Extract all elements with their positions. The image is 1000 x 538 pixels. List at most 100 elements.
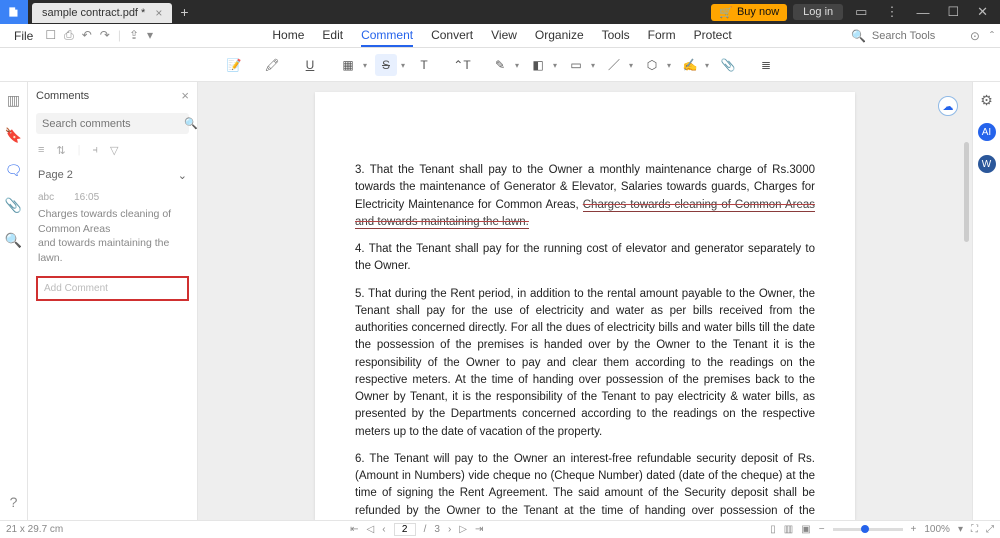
fit-width-icon[interactable]: ⛶ — [971, 524, 978, 535]
comment-item[interactable]: abc 16:05 Charges towards cleaning of Co… — [28, 188, 197, 270]
menu-edit[interactable]: Edit — [322, 25, 343, 47]
zoom-dropdown-icon[interactable]: ▾ — [958, 524, 963, 535]
zoom-in-icon[interactable]: + — [911, 524, 917, 535]
ai-tool-icon[interactable]: AI — [978, 123, 996, 141]
right-rail: ⚙ AI W — [972, 82, 1000, 520]
quick-dropdown-icon[interactable]: ▾ — [147, 28, 153, 43]
window-minimize-icon[interactable]: — — [910, 5, 935, 20]
comments-close-icon[interactable]: × — [181, 88, 189, 103]
new-icon[interactable]: ☐ — [45, 28, 56, 43]
redo-icon[interactable]: ↷ — [100, 28, 110, 43]
pencil-tool[interactable]: ✎ — [489, 54, 511, 76]
view-single-icon[interactable]: ▯ — [770, 524, 776, 535]
filter-list-icon[interactable]: ≡ — [38, 144, 44, 157]
highlight-tool[interactable]: 🖍 — [261, 54, 283, 76]
cart-icon: 🛒 — [719, 6, 733, 19]
zoom-slider[interactable] — [833, 528, 903, 531]
last-page-icon[interactable]: ⇥ — [475, 524, 483, 535]
rail-thumbnails-icon[interactable]: ▥ — [7, 92, 20, 109]
first-page-icon[interactable]: ⇤ — [350, 524, 358, 535]
scrollbar-thumb[interactable] — [964, 142, 969, 242]
titlebar: sample contract.pdf * × + 🛒 Buy now Log … — [0, 0, 1000, 24]
signature-tool[interactable]: ✍ — [679, 54, 701, 76]
main-area: ▥ 🔖 🗨 📎 🔍 ? Comments × 🔍 ≡ ⇅ | ⫞ ▽ Page … — [0, 82, 1000, 520]
search-input[interactable] — [872, 30, 962, 42]
tab-label: sample contract.pdf * — [42, 7, 145, 19]
prev-page-icon[interactable]: ◁ — [367, 524, 375, 535]
page-dimensions: 21 x 29.7 cm — [6, 524, 63, 535]
stamp-tool[interactable]: ⬡ — [641, 54, 663, 76]
menubar: File ☐ ⎙ ↶ ↷ | ⇪ ▾ Home Edit Comment Con… — [0, 24, 1000, 48]
para-6: 6. The Tenant will pay to the Owner an i… — [355, 451, 815, 520]
next-page-icon[interactable]: ▷ — [459, 524, 467, 535]
eraser-tool[interactable]: ◧ — [527, 54, 549, 76]
file-menu[interactable]: File — [6, 29, 41, 43]
comment-time: 16:05 — [74, 192, 99, 203]
window-minmax-icon[interactable]: ▭ — [849, 4, 873, 20]
document-viewport[interactable]: ☁ 3. That the Tenant shall pay to the Ow… — [198, 82, 972, 520]
buy-now-button[interactable]: 🛒 Buy now — [711, 4, 787, 21]
page-nav: ⇤ ◁ ‹ / 3 › ▷ ⇥ — [350, 523, 483, 536]
underline-tool[interactable]: U — [299, 54, 321, 76]
document-tabs: sample contract.pdf * × + — [28, 0, 197, 24]
add-comment-placeholder: Add Comment — [44, 283, 108, 294]
print-icon[interactable]: ⎙ — [64, 28, 74, 43]
menu-organize[interactable]: Organize — [535, 25, 584, 47]
add-comment-input[interactable]: Add Comment — [36, 276, 189, 301]
para-3: 3. That the Tenant shall pay to the Owne… — [355, 162, 815, 231]
tool-search[interactable]: 🔍 — [851, 29, 962, 43]
rail-search-icon[interactable]: 🔍 — [5, 232, 22, 249]
share-icon[interactable]: ⇪ — [129, 28, 139, 43]
login-button[interactable]: Log in — [793, 4, 843, 20]
measure-tool[interactable]: ≣ — [755, 54, 777, 76]
menu-convert[interactable]: Convert — [431, 25, 473, 47]
filter-sort-icon[interactable]: ⇅ — [56, 144, 65, 157]
page-input[interactable] — [394, 523, 416, 536]
next-icon[interactable]: › — [448, 524, 451, 535]
rail-bookmarks-icon[interactable]: 🔖 — [5, 127, 22, 144]
window-close-icon[interactable]: ✕ — [971, 4, 994, 20]
app-logo[interactable] — [0, 0, 28, 24]
comments-page-group[interactable]: Page 2 ⌄ — [28, 163, 197, 188]
rail-attachments-icon[interactable]: 📎 — [5, 197, 22, 214]
shape-line-tool[interactable]: ／ — [603, 54, 625, 76]
menu-form[interactable]: Form — [648, 25, 676, 47]
note-tool[interactable]: 📝 — [223, 54, 245, 76]
comments-search-input[interactable] — [42, 118, 184, 130]
menu-home[interactable]: Home — [272, 25, 304, 47]
word-export-icon[interactable]: W — [978, 155, 996, 173]
filter-expand-icon[interactable]: ⫞ — [93, 144, 99, 157]
text-tool[interactable]: T — [413, 54, 435, 76]
cloud-sync-icon[interactable]: ☁ — [938, 96, 958, 116]
highlight-area-tool[interactable]: ▦ — [337, 54, 359, 76]
window-maximize-icon[interactable]: ☐ — [941, 4, 965, 20]
zoom-out-icon[interactable]: − — [819, 524, 825, 535]
menu-tools[interactable]: Tools — [602, 25, 630, 47]
rail-help-icon[interactable]: ? — [10, 494, 18, 510]
textbox-tool[interactable]: ⌃T — [451, 54, 473, 76]
undo-icon[interactable]: ↶ — [82, 28, 92, 43]
new-tab-button[interactable]: + — [172, 4, 196, 20]
prev-icon[interactable]: ‹ — [382, 524, 385, 535]
strikethrough-tool[interactable]: S — [375, 54, 397, 76]
properties-icon[interactable]: ⚙ — [980, 92, 993, 109]
view-facing-icon[interactable]: ▣ — [801, 524, 810, 535]
attachment-tool[interactable]: 📎 — [717, 54, 739, 76]
minimize-ribbon-icon[interactable]: ⊙ — [970, 29, 980, 43]
shape-rect-tool[interactable]: ▭ — [565, 54, 587, 76]
fullscreen-icon[interactable]: ⤢ — [986, 524, 994, 535]
view-continuous-icon[interactable]: ▥ — [784, 524, 793, 535]
menu-view[interactable]: View — [491, 25, 517, 47]
search-icon: 🔍 — [851, 29, 866, 43]
comments-search[interactable]: 🔍 — [36, 113, 189, 134]
filter-funnel-icon[interactable]: ▽ — [110, 144, 118, 157]
menu-comment[interactable]: Comment — [361, 25, 413, 47]
comment-text-line1: Charges towards cleaning of Common Areas — [38, 207, 187, 236]
rail-comments-icon[interactable]: 🗨 — [5, 162, 23, 179]
chevron-up-icon[interactable]: ˆ — [990, 29, 994, 43]
document-tab[interactable]: sample contract.pdf * × — [32, 3, 172, 23]
comment-toolbar: 📝 🖍 U ▦ S T ⌃T ✎ ◧ ▭ ／ ⬡ ✍ 📎 ≣ — [0, 48, 1000, 82]
menu-protect[interactable]: Protect — [694, 25, 732, 47]
tab-close-icon[interactable]: × — [155, 6, 162, 20]
window-more-icon[interactable]: ⋮ — [879, 4, 904, 20]
